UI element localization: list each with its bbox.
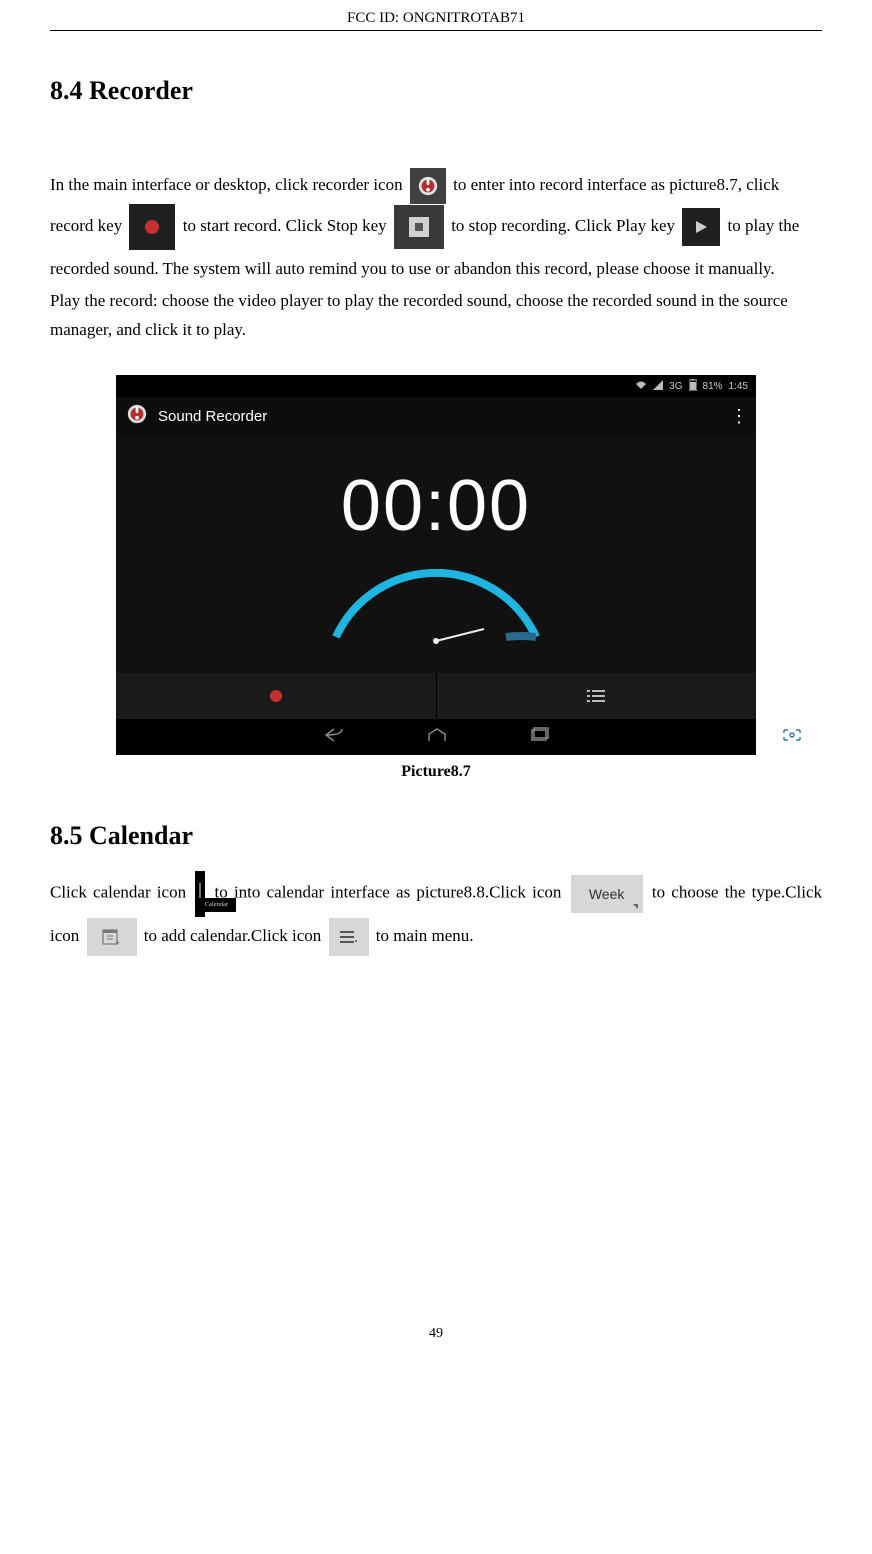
recordings-list-button[interactable] xyxy=(437,673,757,719)
section-title-calendar: 8.5 Calendar xyxy=(50,821,822,851)
recorder-timer: 00:00 xyxy=(341,465,531,547)
page-header: FCC ID: ONGNITROTAB71 xyxy=(50,10,822,31)
text-fragment: to add calendar.Click icon xyxy=(144,926,322,945)
calendar-paragraph-1: Click calendar icon to into calendar int… xyxy=(50,871,822,955)
recorder-paragraph-1: In the main interface or desktop, click … xyxy=(50,166,822,287)
back-nav-icon[interactable] xyxy=(322,727,346,748)
text-fragment: In the main interface or desktop, click … xyxy=(50,175,407,194)
section-title-recorder: 8.4 Recorder xyxy=(50,76,822,106)
record-button[interactable] xyxy=(116,673,437,719)
play-key-icon xyxy=(682,208,720,246)
main-menu-icon xyxy=(329,918,369,956)
recorder-app-icon xyxy=(410,168,446,204)
text-fragment: to into calendar interface as picture8.8… xyxy=(215,883,568,902)
screenshot-nav-icon[interactable] xyxy=(782,728,802,747)
fcc-id: ONGNITROTAB71 xyxy=(403,10,525,26)
add-calendar-icon: + xyxy=(87,918,137,956)
text-fragment: Click calendar icon xyxy=(50,883,192,902)
figure-caption-8-7: Picture8.7 xyxy=(50,763,822,781)
text-fragment: to main menu. xyxy=(376,926,474,945)
battery-icon xyxy=(689,379,697,394)
status-time: 1:45 xyxy=(729,381,748,392)
screenshot-picture-8-7: 3G 81% 1:45 Sound Recorder ⋮ 00:00 xyxy=(116,375,756,755)
home-nav-icon[interactable] xyxy=(426,727,448,748)
app-bar: Sound Recorder ⋮ xyxy=(116,397,756,435)
android-nav-bar xyxy=(116,719,756,755)
battery-pct: 81% xyxy=(703,381,723,392)
appbar-title: Sound Recorder xyxy=(158,408,720,425)
network-type: 3G xyxy=(669,381,682,392)
recorder-body: 00:00 xyxy=(116,435,756,673)
page-number: 49 xyxy=(50,1326,822,1342)
recents-nav-icon[interactable] xyxy=(528,727,550,748)
record-key-icon xyxy=(129,204,175,250)
wifi-icon xyxy=(635,380,647,393)
calendar-app-icon xyxy=(195,871,205,916)
signal-icon xyxy=(653,380,663,393)
text-fragment: to stop recording. Click Play key xyxy=(451,216,679,235)
vu-meter-gauge xyxy=(306,567,566,647)
recorder-paragraph-2: Play the record: choose the video player… xyxy=(50,287,822,345)
week-selector-icon: Week xyxy=(571,875,643,913)
recorder-controls xyxy=(116,673,756,719)
stop-key-icon xyxy=(394,205,444,249)
recorder-appbar-icon xyxy=(126,403,148,430)
fcc-label: FCC ID: xyxy=(347,10,399,26)
overflow-menu-icon[interactable]: ⋮ xyxy=(730,406,746,427)
text-fragment: to start record. Click Stop key xyxy=(183,216,391,235)
status-bar: 3G 81% 1:45 xyxy=(116,375,756,397)
svg-text:+: + xyxy=(115,938,121,946)
